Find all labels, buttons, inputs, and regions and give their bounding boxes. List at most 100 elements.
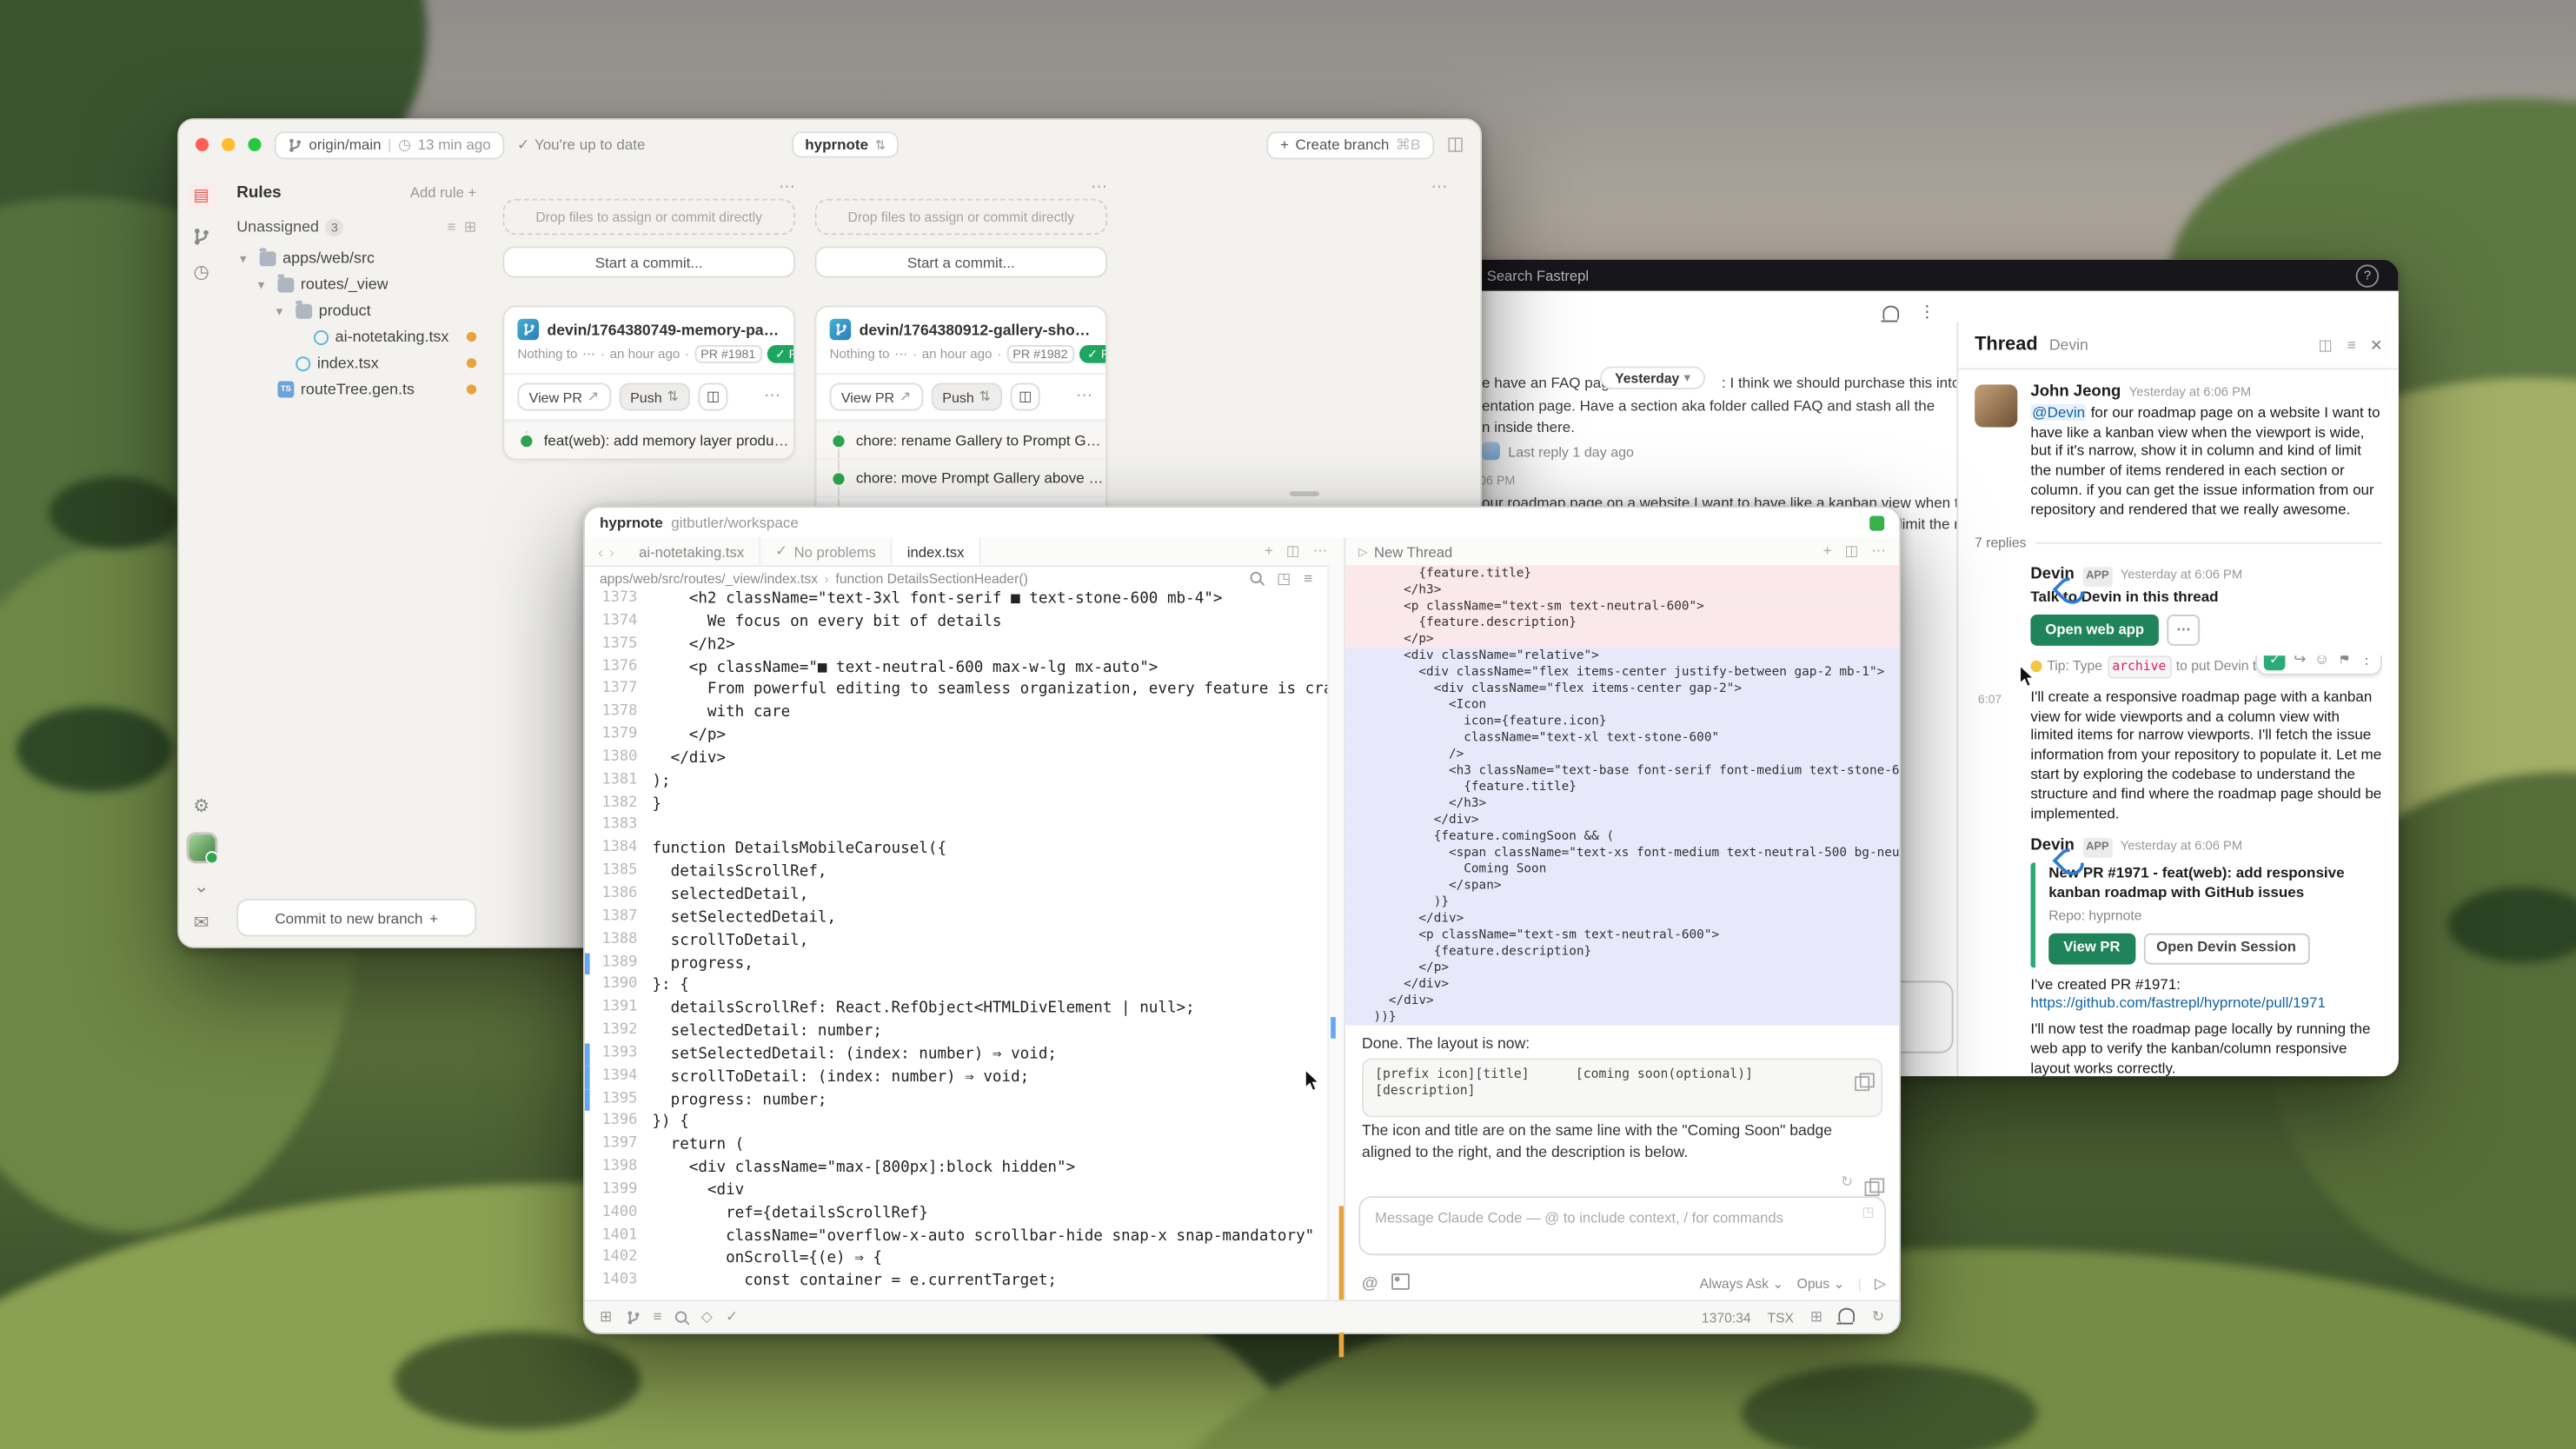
start-commit-button[interactable]: Start a commit... — [502, 247, 794, 278]
code-line[interactable]: 1374 We focus on every bit of details — [585, 611, 1327, 634]
branch-name[interactable]: devin/1764380749-memory-page — [547, 322, 780, 338]
last-reply-label[interactable]: Last reply 1 day ago — [1508, 442, 1634, 462]
view-pr-button[interactable]: View PR — [2048, 933, 2134, 964]
panel-toggle-icon[interactable]: ◫ — [1447, 136, 1464, 154]
thread-close-icon[interactable]: × — [2371, 336, 2382, 356]
minimize-traffic-light[interactable] — [222, 138, 235, 151]
git-branch-icon[interactable] — [625, 1309, 640, 1326]
problems-indicator[interactable]: ✓No problems — [760, 537, 893, 565]
unassigned-header[interactable]: Unassigned 3 — [236, 217, 343, 236]
expand-icon[interactable]: ◳ — [1277, 571, 1291, 586]
branch-name[interactable]: devin/1764380912-gallery-shortcuts — [860, 322, 1092, 338]
code-line[interactable]: 1384 function DetailsMobileCarousel({ — [585, 839, 1327, 861]
start-commit-button[interactable]: Start a commit... — [815, 247, 1107, 278]
tab-index-tsx[interactable]: index.tsx — [893, 537, 981, 565]
message-time[interactable]: Yesterday at 6:06 PM — [2121, 566, 2242, 585]
code-line[interactable]: 1400 ref={detailsScrollRef} — [585, 1202, 1327, 1225]
avatar[interactable] — [1975, 384, 2017, 427]
view-pr-button[interactable]: View PR↗ — [830, 382, 923, 410]
notifications-bell-icon[interactable] — [1882, 306, 1899, 324]
layout-view-icon[interactable]: ⊞ — [464, 217, 476, 236]
code-line[interactable]: 1381 ); — [585, 770, 1327, 793]
tree-item[interactable]: ai-notetaking.tsx — [236, 323, 476, 349]
tree-item[interactable]: routeTree.gen.ts — [236, 376, 476, 402]
assistant-new-icon[interactable]: + — [1823, 542, 1832, 561]
add-rule-button[interactable]: Add rule + — [410, 184, 476, 201]
code-line[interactable]: 1395 progress: number; — [585, 1088, 1327, 1111]
code-line[interactable]: 1392 selectedDetail: number; — [585, 1020, 1327, 1043]
slack-search-bar[interactable]: Search Fastrepl ? — [1445, 260, 2398, 291]
code-line[interactable]: 1398 <div className="max-[800px]:block h… — [585, 1157, 1327, 1180]
feedback-mail-icon[interactable]: ✉ — [194, 915, 209, 934]
tab-ai-notetaking[interactable]: ai-notetaking.tsx — [624, 537, 760, 565]
nav-forward-icon[interactable]: › — [609, 543, 624, 560]
mention[interactable]: @Devin — [2030, 404, 2087, 421]
push-button[interactable]: Push⇅ — [931, 382, 1002, 410]
code-line[interactable]: 1397 return ( — [585, 1134, 1327, 1157]
open-web-app-button[interactable]: Open web app — [2030, 615, 2159, 646]
thread-settings-icon[interactable]: ≡ — [2347, 337, 2356, 352]
push-button[interactable]: Push⇅ — [619, 382, 690, 410]
slack-search-input[interactable]: Search Fastrepl — [1487, 267, 1589, 283]
assistant-more-icon[interactable]: ⋯ — [1871, 542, 1886, 561]
outline-list-icon[interactable]: ≡ — [653, 1310, 661, 1325]
card-menu-icon[interactable]: ⋯ — [1076, 388, 1092, 406]
assistant-input-field[interactable] — [1360, 1198, 1872, 1237]
code-line[interactable]: 1393 setSelectedDetail: (index: number) … — [585, 1043, 1327, 1066]
channel-more-icon[interactable]: ⋮ — [1919, 306, 1935, 322]
code-line[interactable]: 1383 — [585, 815, 1327, 838]
search-status-icon[interactable] — [675, 1311, 688, 1324]
code-line[interactable]: 1389 progress, — [585, 952, 1327, 974]
rules-icon[interactable]: ▤ — [188, 183, 214, 209]
emoji-icon[interactable]: ☺ — [2314, 655, 2329, 669]
mention-context-icon[interactable]: @ — [1362, 1274, 1378, 1293]
code-line[interactable]: 1396 }) { — [585, 1112, 1327, 1134]
more-actions-icon[interactable]: ⋮ — [2359, 655, 2374, 669]
code-line[interactable]: 1373 <h2 className="text-3xl font-serif … — [585, 588, 1327, 611]
pr-title[interactable]: New PR #1971 - feat(web): add responsive… — [2048, 865, 2382, 904]
cursor-position[interactable]: 1370:34 — [1702, 1309, 1751, 1326]
create-branch-button[interactable]: + Create branch ⌘B — [1267, 130, 1434, 158]
commit-row[interactable]: chore: rename Gallery to Prompt Gallery … — [816, 421, 1105, 458]
code-line[interactable]: 1390 }: { — [585, 975, 1327, 998]
outline-icon[interactable]: ≡ — [1304, 571, 1312, 586]
pr-number-badge[interactable]: PR #1982 — [1006, 345, 1074, 363]
search-icon[interactable] — [1251, 572, 1264, 585]
project-selector[interactable]: hyprnote ⇅ — [792, 131, 899, 157]
history-icon[interactable]: ◷ — [193, 264, 209, 282]
code-line[interactable]: 1399 <div — [585, 1180, 1327, 1202]
code-line[interactable]: 1386 selectedDetail, — [585, 884, 1327, 907]
commit-row[interactable]: feat(web): add memory layer product page — [504, 421, 793, 458]
code-line[interactable]: 1401 className="overflow-x-auto scrollba… — [585, 1225, 1327, 1247]
code-line[interactable]: 1377 From powerful editing to seamless o… — [585, 679, 1327, 701]
lane-menu-icon[interactable]: ⋯ — [1091, 179, 1107, 199]
code-line[interactable]: 1403 const container = e.currentTarget; — [585, 1271, 1327, 1293]
thread-popout-icon[interactable]: ◫ — [2319, 337, 2333, 352]
forward-icon[interactable]: ↪ — [2294, 655, 2306, 669]
pr-number-badge[interactable]: PR #1981 — [694, 345, 762, 363]
sync-icon[interactable]: ↻ — [1872, 1310, 1884, 1325]
model-select[interactable]: Opus ⌄ — [1797, 1275, 1845, 1292]
ci-passed-badge[interactable]: ✓Passed — [1079, 345, 1107, 363]
collapse-chevron-icon[interactable]: ⌄ — [194, 879, 209, 897]
user-name[interactable]: John Jeong — [2030, 382, 2121, 402]
code-line[interactable]: 1378 with care — [585, 702, 1327, 725]
message-time[interactable]: Yesterday at 6:06 PM — [2129, 382, 2251, 402]
breadcrumb[interactable]: apps/web/src/routes/_view/index.tsx › fu… — [585, 567, 1327, 589]
branch-actions-icon[interactable]: ◫ — [699, 382, 728, 410]
message-time[interactable]: Yesterday at 6:06 PM — [2121, 837, 2242, 856]
card-menu-icon[interactable]: ⋯ — [764, 388, 780, 406]
code-line[interactable]: 1385 detailsScrollRef, — [585, 861, 1327, 884]
ci-passed-badge[interactable]: ✓Passed — [767, 345, 795, 363]
diagnostics-icon[interactable]: ◇ — [701, 1310, 713, 1325]
permission-mode-select[interactable]: Always Ask ⌄ — [1700, 1275, 1784, 1292]
copy-icon[interactable] — [1855, 1070, 1869, 1100]
nav-back-icon[interactable]: ‹ — [585, 543, 609, 560]
code-line[interactable]: 1387 setSelectedDetail, — [585, 907, 1327, 929]
list-view-icon[interactable]: ≡ — [448, 218, 456, 235]
code-line[interactable]: 1382 } — [585, 793, 1327, 815]
tree-item[interactable]: index.tsx — [236, 350, 476, 376]
zoom-traffic-light[interactable] — [248, 138, 261, 151]
settings-gear-icon[interactable]: ⚙ — [193, 799, 209, 817]
panel-icon[interactable]: ⊞ — [1810, 1310, 1822, 1325]
